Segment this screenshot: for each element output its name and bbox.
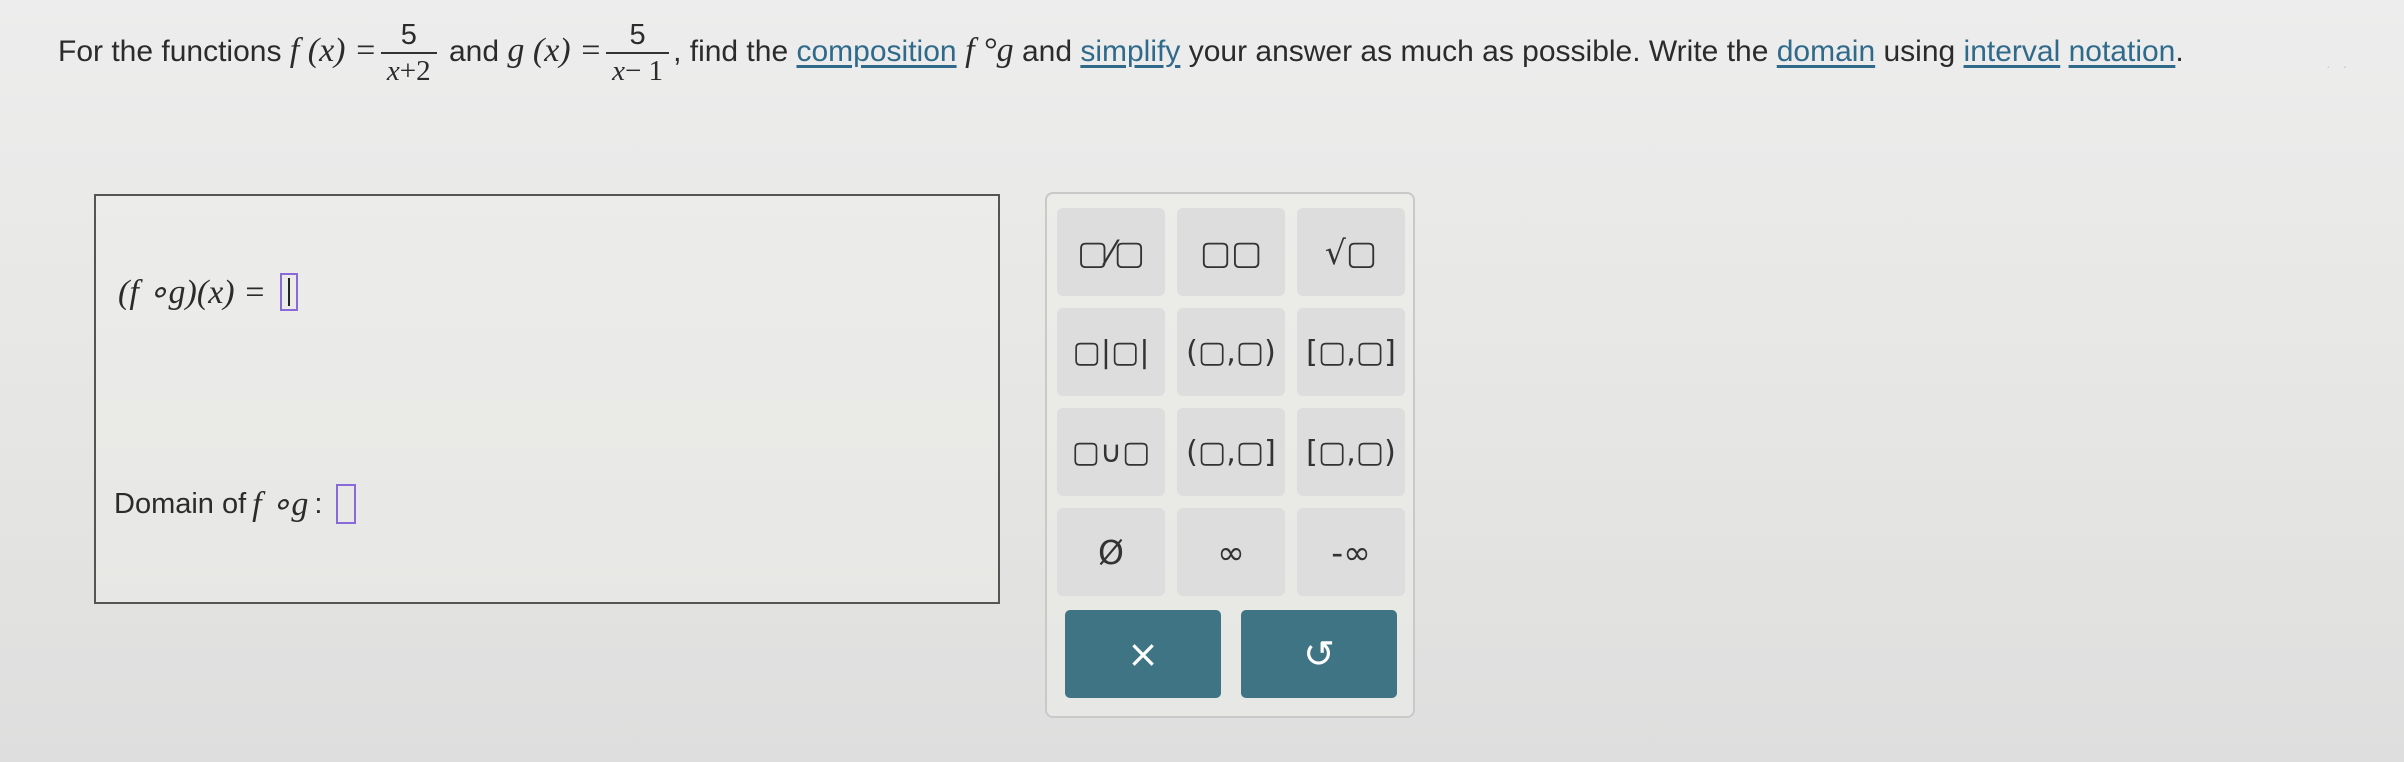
question-lead: For the functions: [58, 35, 290, 68]
and-simplify-text: and: [1013, 35, 1081, 68]
exponent-icon: ▢▢: [1199, 232, 1263, 272]
undo-button[interactable]: ↺: [1241, 610, 1397, 698]
find-text: , find the: [673, 35, 797, 68]
infinity-button[interactable]: ∞: [1177, 508, 1285, 596]
composition-label: (f ∘g)(x) =: [118, 274, 267, 311]
simplify-link[interactable]: simplify: [1080, 35, 1180, 68]
g-den-rest: − 1: [624, 55, 664, 88]
abs-value-icon: ▢|▢|: [1072, 334, 1150, 370]
f-fraction: 5 x+2: [380, 18, 437, 88]
f-label: f (x) =: [289, 32, 377, 69]
domain-label: Domain of: [114, 487, 247, 520]
negative-infinity-icon: -∞: [1331, 532, 1371, 572]
sqrt-icon: √▢: [1324, 232, 1378, 272]
domain-link[interactable]: domain: [1777, 35, 1875, 68]
math-palette: ▢⁄▢ ▢▢ √▢ ▢|▢| (▢,▢) [▢,▢] ▢∪▢ (▢,▢] [▢,…: [1045, 192, 1415, 718]
empty-set-button[interactable]: Ø: [1057, 508, 1165, 596]
f-den-rest: +2: [399, 55, 431, 88]
closed-interval-button[interactable]: [▢,▢]: [1297, 308, 1405, 396]
closed-open-interval-icon: [▢,▢): [1306, 434, 1396, 470]
composition-row: (f ∘g)(x) =: [118, 272, 299, 312]
fog-text: f °g: [956, 32, 1014, 69]
g-denominator: x− 1: [606, 52, 670, 88]
g-numerator: 5: [629, 19, 646, 52]
open-interval-icon: (▢,▢): [1186, 334, 1276, 370]
f-numerator: 5: [400, 19, 417, 52]
f-den-var: x: [386, 55, 400, 88]
g-fraction: 5 x− 1: [606, 18, 670, 88]
domain-colon: :: [314, 487, 323, 520]
composition-link[interactable]: composition: [796, 35, 956, 68]
fraction-button[interactable]: ▢⁄▢: [1057, 208, 1165, 296]
notation-link[interactable]: notation: [2069, 35, 2176, 68]
sqrt-button[interactable]: √▢: [1297, 208, 1405, 296]
fraction-icon: ▢⁄▢: [1077, 232, 1145, 272]
question-text: For the functions f (x) = 5 x+2 and g (x) …: [58, 18, 2288, 88]
domain-input[interactable]: [336, 484, 357, 524]
close-icon: ×: [1127, 632, 1159, 676]
g-den-var: x: [612, 55, 625, 88]
exponent-button[interactable]: ▢▢: [1177, 208, 1285, 296]
open-interval-button[interactable]: (▢,▢): [1177, 308, 1285, 396]
g-label: g (x) =: [507, 32, 603, 69]
and-text: and: [440, 35, 508, 68]
undo-icon: ↺: [1303, 632, 1335, 676]
menu-dots-icon: · ·: [2326, 58, 2352, 74]
negative-infinity-button[interactable]: -∞: [1297, 508, 1405, 596]
abs-value-button[interactable]: ▢|▢|: [1057, 308, 1165, 396]
open-closed-interval-icon: (▢,▢]: [1186, 434, 1276, 470]
infinity-icon: ∞: [1217, 532, 1245, 572]
union-icon: ▢∪▢: [1071, 434, 1151, 470]
empty-set-icon: Ø: [1098, 532, 1124, 572]
clear-button[interactable]: ×: [1065, 610, 1221, 698]
using-text: using: [1875, 35, 1964, 68]
middle-text: your answer as much as possible. Write t…: [1180, 35, 1777, 68]
domain-row: Domain of f ∘g :: [114, 484, 357, 524]
closed-interval-icon: [▢,▢]: [1306, 334, 1396, 370]
interval-link[interactable]: interval: [1964, 35, 2061, 68]
composition-input[interactable]: [280, 273, 299, 311]
space-text: [2060, 35, 2068, 68]
open-closed-interval-button[interactable]: (▢,▢]: [1177, 408, 1285, 496]
f-denominator: x+2: [380, 52, 437, 88]
closed-open-interval-button[interactable]: [▢,▢): [1297, 408, 1405, 496]
answer-box: (f ∘g)(x) = Domain of f ∘g :: [94, 194, 1000, 604]
period-text: .: [2175, 35, 2184, 68]
union-button[interactable]: ▢∪▢: [1057, 408, 1165, 496]
domain-fog: f ∘g: [252, 486, 309, 523]
